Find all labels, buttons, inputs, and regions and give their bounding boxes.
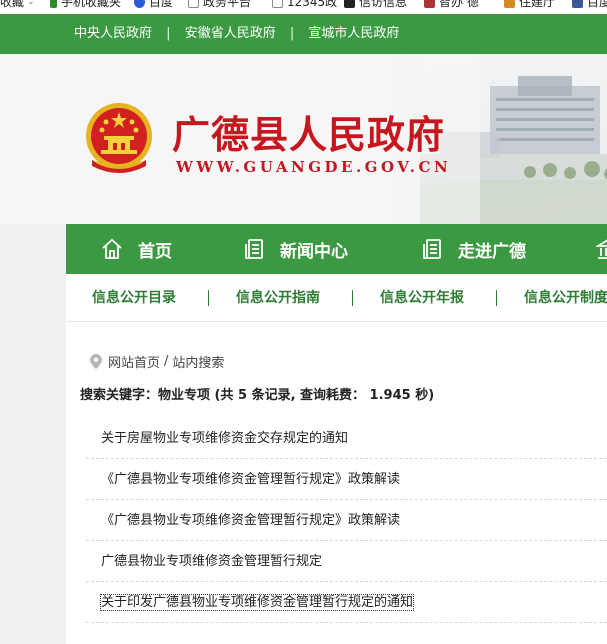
page-icon [272, 0, 283, 8]
building-icon [596, 239, 607, 259]
main-nav: 首页 新闻中心 走进广德 [66, 224, 607, 274]
search-results-panel: 网站首页 / 站内搜索 搜索关键字：物业专项 (共 5 条记录, 查询耗费： 1… [66, 322, 607, 644]
nav-news-center[interactable]: 新闻中心 [242, 224, 348, 274]
subnav-system[interactable]: 信息公开制度 [524, 274, 607, 321]
result-item[interactable]: 广德县物业专项维修资金管理暂行规定 [86, 541, 607, 582]
facebook-icon [572, 0, 583, 8]
bookmark-label: 住建厅 [519, 0, 556, 9]
search-summary: 搜索关键字：物业专项 (共 5 条记录, 查询耗费： 1.945 秒) [80, 388, 435, 403]
bookmark-zhiban[interactable]: 智办 德 [424, 0, 479, 8]
sub-nav: 信息公开目录 信息公开指南 信息公开年报 信息公开制度 [66, 274, 607, 322]
tag-icon [504, 0, 515, 8]
result-item[interactable]: 关于房屋物业专项维修资金交存规定的通知 [86, 418, 607, 459]
result-link[interactable]: 广德县物业专项维修资金管理暂行规定 [101, 554, 322, 569]
result-item[interactable]: 《广德县物业专项维修资金管理暂行规定》政策解读 [86, 459, 607, 500]
bookmark-petition[interactable]: 信访信息 [344, 0, 407, 8]
bookmark-baidu[interactable]: 百度 [134, 0, 173, 8]
site-title: 广德县人民政府 [172, 112, 446, 157]
subnav-divider [352, 290, 353, 306]
subnav-divider [496, 290, 497, 306]
bookmark-label: 信访信息 [359, 0, 408, 9]
subnav-annual-report[interactable]: 信息公开年报 [380, 274, 464, 321]
home-icon [102, 238, 122, 259]
separator: | [289, 26, 295, 41]
bookmark-favorites[interactable]: 收藏 ⌄ [0, 0, 35, 8]
subnav-divider [208, 290, 209, 306]
subnav-catalog[interactable]: 信息公开目录 [92, 274, 176, 321]
bookmark-12345[interactable]: 12345政 [272, 0, 337, 8]
bookmark-label: 手机收藏夹 [61, 0, 122, 9]
nav-government[interactable] [596, 224, 607, 274]
nav-home[interactable]: 首页 [100, 224, 172, 274]
bookmark-label: 收藏 [0, 0, 25, 9]
bookmark-label: 政务平台 [203, 0, 252, 9]
top-links-bar: 中央人民政府 | 安徽省人民政府 | 宣城市人民政府 [0, 14, 607, 54]
bookmark-label: 百度 [587, 0, 607, 9]
link-anhui-government[interactable]: 安徽省人民政府 [185, 26, 276, 41]
results-list: 关于房屋物业专项维修资金交存规定的通知 《广德县物业专项维修资金管理暂行规定》政… [86, 418, 607, 623]
link-central-government[interactable]: 中央人民政府 [74, 26, 152, 41]
site-domain: WWW.GUANGDE.GOV.CN [176, 158, 452, 176]
location-pin-icon [90, 354, 102, 369]
news-icon [245, 239, 263, 259]
breadcrumb-separator: / [164, 354, 169, 369]
subnav-guide[interactable]: 信息公开指南 [236, 274, 320, 321]
bookmark-mobile[interactable]: 手机收藏夹 [50, 0, 121, 8]
bookmarks-bar: 收藏 ⌄ 手机收藏夹 百度 政务平台 12345政 信访信息 智办 德 住建厅 … [0, 0, 607, 14]
bookmark-housing[interactable]: 住建厅 [504, 0, 555, 8]
result-link[interactable]: 关于印发广德县物业专项维修资金管理暂行规定的通知 [99, 594, 415, 611]
bookmark-gov-platform[interactable]: 政务平台 [188, 0, 251, 8]
separator: | [166, 26, 171, 41]
breadcrumb-home-link[interactable]: 网站首页 [108, 352, 160, 371]
result-item[interactable]: 关于印发广德县物业专项维修资金管理暂行规定的通知 [86, 582, 607, 623]
bookmark-label: 12345政 [287, 0, 338, 9]
link-xuancheng-government[interactable]: 宣城市人民政府 [308, 26, 399, 41]
document-icon [423, 239, 441, 259]
bookmark-label: 智办 德 [439, 0, 479, 9]
site-header: 广德县人民政府 WWW.GUANGDE.GOV.CN [0, 54, 607, 224]
bookmark-baidu-2[interactable]: 百度 [572, 0, 607, 8]
result-item[interactable]: 《广德县物业专项维修资金管理暂行规定》政策解读 [86, 500, 607, 541]
black-square-icon [344, 0, 355, 8]
cityscape-photo [420, 54, 607, 224]
app-icon [424, 0, 435, 8]
result-link[interactable]: 《广德县物业专项维修资金管理暂行规定》政策解读 [101, 472, 400, 487]
nav-about-guangde[interactable]: 走进广德 [420, 224, 526, 274]
page-icon [188, 0, 199, 8]
result-link[interactable]: 《广德县物业专项维修资金管理暂行规定》政策解读 [101, 513, 400, 528]
chevron-down-icon: ⌄ [27, 0, 35, 7]
national-emblem-icon [86, 103, 152, 173]
nav-label: 新闻中心 [280, 241, 348, 262]
breadcrumb: 网站首页 / 站内搜索 [90, 352, 224, 371]
paw-icon [134, 0, 145, 8]
result-link[interactable]: 关于房屋物业专项维修资金交存规定的通知 [101, 431, 348, 446]
breadcrumb-current: 站内搜索 [172, 356, 225, 371]
nav-label: 首页 [138, 241, 172, 262]
bookmark-label: 百度 [149, 0, 174, 9]
nav-label: 走进广德 [458, 241, 526, 262]
phone-icon [50, 0, 57, 8]
